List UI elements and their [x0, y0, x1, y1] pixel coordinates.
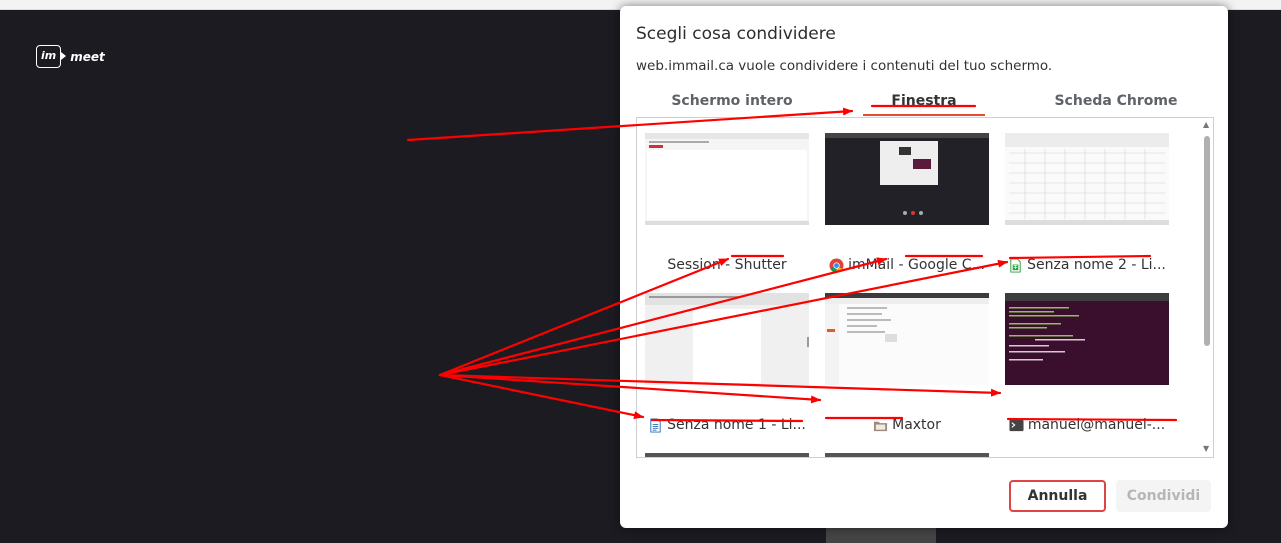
cancel-button[interactable]: Annulla	[1009, 480, 1106, 512]
window-label: Senza nome 2 - Li...	[1005, 254, 1169, 276]
window-tile-writer[interactable]: Senza nome 1 - Li...	[645, 293, 809, 438]
dialog-subtitle: web.immail.ca vuole condividere i conten…	[636, 58, 1053, 74]
share-tabs: Schermo intero Finestra Scheda Chrome	[636, 90, 1212, 116]
tab-chrome-tab[interactable]: Scheda Chrome	[1020, 90, 1212, 116]
window-label: imMail - Google C...	[825, 254, 989, 276]
grid-scrollbar[interactable]: ▲ ▼	[1202, 118, 1212, 455]
window-label: Senza nome 1 - Li...	[645, 414, 809, 436]
window-tile-maxtor[interactable]: Maxtor	[825, 293, 989, 438]
logo-meet: meet	[70, 49, 105, 64]
scrollbar-thumb[interactable]	[1204, 136, 1210, 346]
window-grid: Session - Shutter imMail - Google C... S…	[636, 117, 1214, 458]
window-thumbnail	[825, 133, 989, 225]
spreadsheet-icon	[1008, 257, 1023, 273]
share-dialog: Scegli cosa condividere web.immail.ca vu…	[620, 6, 1228, 528]
scroll-down-icon[interactable]: ▼	[1203, 444, 1209, 453]
window-thumbnail	[1005, 133, 1169, 225]
window-tile-chrome[interactable]: imMail - Google C...	[825, 133, 989, 278]
window-label: Maxtor	[825, 414, 989, 436]
document-icon	[648, 417, 663, 433]
window-label: manuel@manuel-...	[1005, 414, 1169, 436]
chrome-icon	[829, 257, 844, 273]
window-thumbnail	[645, 133, 809, 225]
terminal-icon	[1009, 418, 1024, 433]
window-tile-terminal[interactable]: manuel@manuel-...	[1005, 293, 1169, 438]
annotation-arrow	[438, 373, 645, 420]
window-thumbnail	[645, 293, 809, 385]
window-tile-partial	[645, 453, 809, 457]
background-video-thumbnail	[826, 528, 936, 543]
share-button[interactable]: Condividi	[1116, 480, 1211, 512]
folder-icon	[873, 418, 888, 433]
scroll-up-icon[interactable]: ▲	[1203, 120, 1209, 129]
window-tile-shutter[interactable]: Session - Shutter	[645, 133, 809, 278]
tab-window[interactable]: Finestra	[828, 90, 1020, 116]
window-tile-calc[interactable]: Senza nome 2 - Li...	[1005, 133, 1169, 278]
window-tile-partial	[825, 453, 989, 457]
tab-entire-screen[interactable]: Schermo intero	[636, 90, 828, 116]
window-thumbnail	[825, 293, 989, 385]
dialog-title: Scegli cosa condividere	[636, 24, 836, 44]
window-thumbnail	[1005, 293, 1169, 385]
immeet-logo: im meet	[36, 45, 105, 68]
window-label: Session - Shutter	[667, 257, 787, 273]
logo-im: im	[36, 45, 67, 68]
